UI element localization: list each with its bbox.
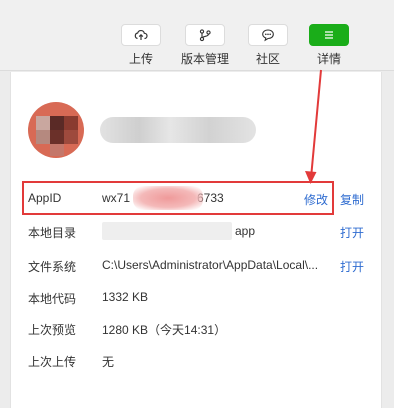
annotation-arrow [305, 69, 322, 184]
